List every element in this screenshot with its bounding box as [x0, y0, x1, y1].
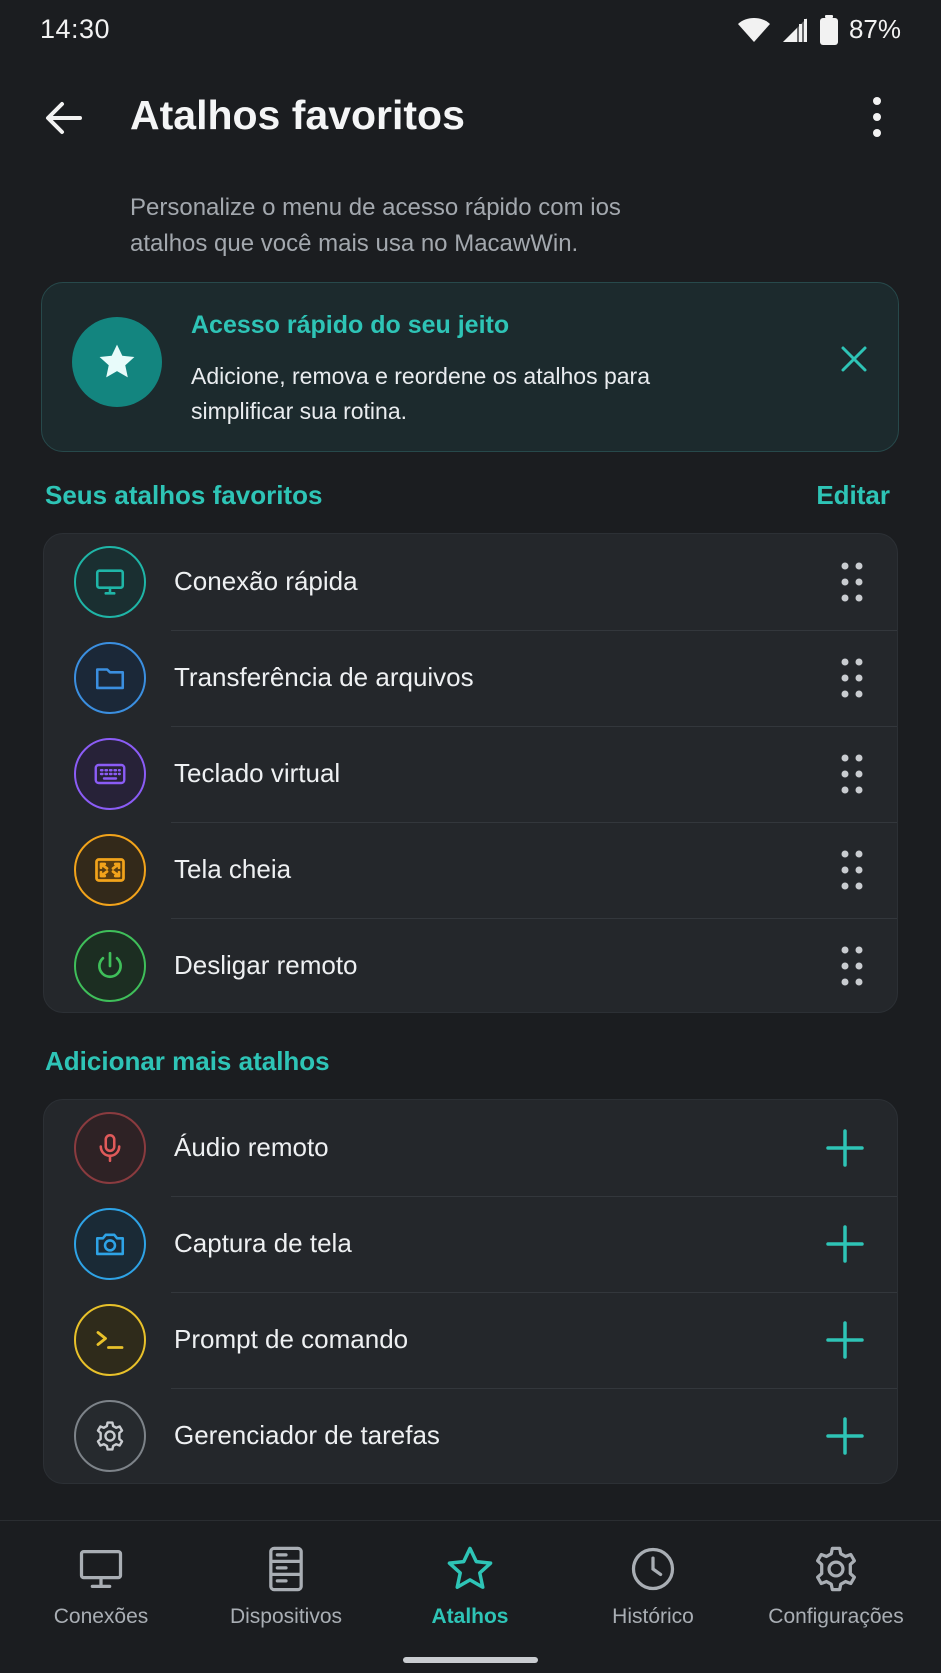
- shortcut-icon-circle: [74, 1304, 146, 1376]
- gear-icon: [96, 1421, 124, 1451]
- list-item-label: Tela cheia: [174, 854, 292, 884]
- microphone-icon: [99, 1133, 121, 1163]
- monitor-icon: [79, 1550, 123, 1588]
- drag-handle-icon[interactable]: [837, 848, 867, 892]
- list-item-label: Áudio remoto: [174, 1132, 329, 1162]
- list-item-label: Conexão rápida: [174, 566, 358, 596]
- list-item-label: Transferência de arquivos: [174, 662, 474, 692]
- list-item-label: Prompt de comando: [174, 1324, 409, 1354]
- favorites-heading: Seus atalhos favoritos: [45, 480, 323, 510]
- available-shortcuts-list: Áudio remoto Captura de tela Prompt de c…: [43, 1099, 898, 1484]
- star-icon: [99, 344, 135, 378]
- add-more-heading: Adicionar mais atalhos: [45, 1046, 330, 1076]
- back-button[interactable]: [40, 94, 88, 142]
- plus-icon[interactable]: [823, 1414, 867, 1458]
- shortcut-icon-circle: [74, 1400, 146, 1472]
- folder-icon: [95, 668, 125, 690]
- drag-handle-icon[interactable]: [837, 656, 867, 700]
- shortcut-icon-circle: [74, 1208, 146, 1280]
- shortcut-icon-circle: [74, 930, 146, 1002]
- battery-percent: 87%: [848, 14, 901, 44]
- status-time: 14:30: [40, 14, 111, 44]
- status-bar: 14:30 87%: [0, 0, 941, 62]
- list-item[interactable]: Desligar remoto: [44, 918, 897, 1012]
- edit-button[interactable]: Editar: [816, 480, 890, 511]
- list-item-label: Gerenciador de tarefas: [174, 1420, 440, 1450]
- plus-icon[interactable]: [823, 1126, 867, 1170]
- nav-item-dispositivos[interactable]: Dispositivos: [201, 1543, 371, 1629]
- app-bar: Atalhos favoritos: [0, 78, 941, 158]
- page-title: Atalhos favoritos: [130, 92, 465, 138]
- fullscreen-icon: [95, 858, 125, 882]
- monitor-icon: [95, 569, 125, 595]
- page-description: Personalize o menu de acesso rápido com …: [130, 194, 621, 257]
- drag-handle-icon[interactable]: [837, 944, 867, 988]
- terminal-icon: [96, 1331, 124, 1349]
- gear-icon: [815, 1546, 857, 1592]
- plus-icon[interactable]: [823, 1318, 867, 1362]
- more-vertical-icon: [873, 97, 881, 137]
- nav-label: Histórico: [612, 1605, 694, 1628]
- nav-item-conexoes[interactable]: Conexões: [16, 1543, 186, 1629]
- keyboard-icon: [94, 763, 126, 785]
- close-icon: [841, 346, 867, 372]
- info-banner: Acesso rápido do seu jeito Adicione, rem…: [41, 282, 899, 452]
- banner-title: Acesso rápido do seu jeito: [191, 311, 510, 339]
- bottom-navigation: Conexões Dispositivos Atalhos Histórico …: [0, 1520, 941, 1673]
- list-item-label: Captura de tela: [174, 1228, 352, 1258]
- battery-icon: [819, 14, 838, 45]
- shortcut-icon-circle: [74, 1112, 146, 1184]
- favorites-list: Conexão rápida Transferência de arquivos…: [43, 533, 898, 1013]
- nav-label: Dispositivos: [229, 1605, 343, 1628]
- list-item-label: Desligar remoto: [174, 950, 358, 980]
- camera-icon: [95, 1233, 125, 1256]
- shortcut-icon-circle: [74, 738, 146, 810]
- server-icon: [269, 1546, 303, 1592]
- list-item-label: Teclado virtual: [174, 758, 341, 788]
- arrow-left-icon: [46, 102, 82, 134]
- signal-icon: [782, 17, 807, 42]
- status-icons: 87%: [737, 14, 901, 45]
- list-item: Captura de tela: [44, 1196, 897, 1292]
- drag-handle-icon[interactable]: [837, 752, 867, 796]
- nav-item-historico[interactable]: Histórico: [568, 1543, 738, 1629]
- nav-label: Atalhos: [431, 1605, 509, 1628]
- list-item: Áudio remoto: [44, 1100, 897, 1196]
- list-item[interactable]: Tela cheia: [44, 822, 897, 918]
- nav-item-atalhos[interactable]: Atalhos: [385, 1543, 555, 1629]
- banner-close-button[interactable]: [832, 337, 876, 381]
- clock-icon: [631, 1547, 675, 1591]
- list-item[interactable]: Transferência de arquivos: [44, 630, 897, 726]
- shortcut-icon-circle: [74, 642, 146, 714]
- list-item[interactable]: Teclado virtual: [44, 726, 897, 822]
- shortcut-icon-circle: [74, 546, 146, 618]
- banner-text: Adicione, remova e reordene os atalhos p…: [191, 363, 651, 424]
- plus-icon[interactable]: [823, 1222, 867, 1266]
- drag-handle-icon[interactable]: [837, 560, 867, 604]
- list-item: Prompt de comando: [44, 1292, 897, 1388]
- power-icon: [98, 951, 122, 979]
- home-indicator[interactable]: [403, 1657, 538, 1663]
- nav-label: Configurações: [768, 1605, 904, 1628]
- banner-badge: [72, 317, 162, 407]
- nav-label: Conexões: [53, 1605, 149, 1628]
- shortcut-icon-circle: [74, 834, 146, 906]
- nav-item-configuracoes[interactable]: Configurações: [751, 1543, 921, 1629]
- list-item: Gerenciador de tarefas: [44, 1388, 897, 1483]
- star-icon: [447, 1546, 493, 1589]
- list-item[interactable]: Conexão rápida: [44, 534, 897, 630]
- wifi-icon: [737, 17, 770, 42]
- more-options-button[interactable]: [853, 92, 901, 144]
